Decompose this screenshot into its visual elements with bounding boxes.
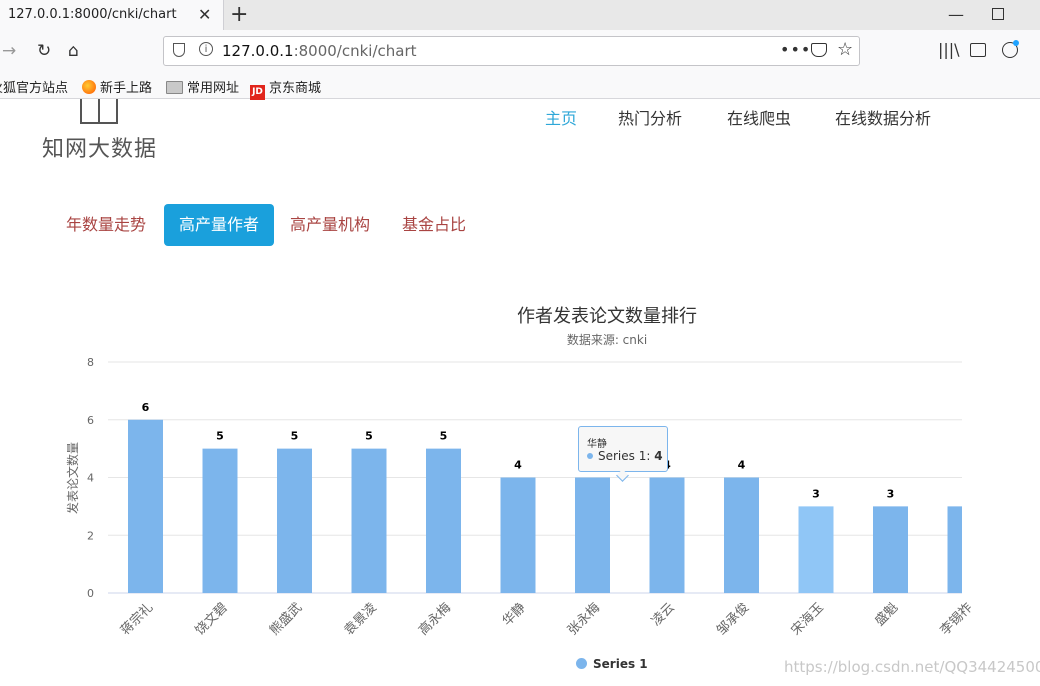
data-label: 6	[142, 401, 150, 414]
y-tick-label: 2	[87, 529, 94, 542]
x-tick-label: 张永梅	[565, 600, 603, 638]
x-tick-label: 凌云	[649, 600, 678, 629]
bar[interactable]	[351, 448, 387, 593]
x-tick-label: 蒋宗礼	[117, 600, 156, 639]
x-tick-label: 邹承俊	[713, 600, 752, 639]
x-tick-label: 饶文碧	[193, 600, 231, 638]
legend-label: Series 1	[593, 657, 648, 671]
bar[interactable]	[202, 448, 238, 593]
legend-marker-icon	[576, 658, 587, 669]
x-tick-label: 华静	[500, 600, 529, 629]
data-label: 4	[514, 459, 522, 472]
x-tick-label: 熊盛武	[266, 600, 305, 639]
y-tick-label: 6	[87, 414, 94, 427]
x-tick-label: 李锡祚	[937, 600, 976, 639]
chart-tooltip: 华静 Series 1: 4	[578, 426, 668, 472]
data-label: 5	[440, 430, 448, 443]
bar-chart: 0 2 4 6 8 发表论文数量 6 蒋宗礼 5 饶文碧 5 熊盛武 5 袁景凌 5 高永梅 4 华静 4 张永梅 4 凌…	[65, 356, 976, 639]
bar[interactable]	[947, 506, 963, 593]
tooltip-value: 4	[654, 449, 663, 463]
x-tick-label: 袁景凌	[342, 600, 380, 638]
y-tick-label: 8	[87, 356, 94, 369]
bar[interactable]	[724, 477, 759, 594]
bar[interactable]	[798, 506, 834, 593]
y-tick-label: 0	[87, 587, 94, 600]
tooltip-series-label: Series 1:	[598, 449, 655, 463]
bar[interactable]	[128, 419, 163, 593]
x-tick-label: 高永梅	[415, 600, 454, 639]
bar[interactable]	[500, 477, 536, 594]
series-marker-icon	[587, 453, 593, 459]
bar[interactable]	[277, 448, 312, 593]
x-tick-label: 宋海玉	[789, 600, 827, 638]
chart-legend-item[interactable]: Series 1	[576, 657, 648, 671]
data-label: 3	[812, 487, 820, 500]
y-axis-title: 发表论文数量	[65, 442, 80, 514]
x-tick-label: 盛魁	[872, 600, 902, 630]
tooltip-value-line: Series 1: 4	[587, 449, 663, 463]
y-tick-label: 4	[87, 472, 94, 485]
data-label: 5	[365, 430, 373, 443]
watermark: https://blog.csdn.net/QQ344245001	[784, 658, 1040, 676]
data-label: 4	[738, 459, 746, 472]
data-label: 3	[887, 487, 895, 500]
bar[interactable]	[426, 448, 461, 593]
tooltip-category: 华静	[587, 439, 607, 450]
data-label: 5	[291, 430, 299, 443]
bar[interactable]	[873, 506, 908, 593]
data-label: 5	[216, 430, 224, 443]
bar[interactable]	[575, 477, 610, 594]
bar[interactable]	[649, 477, 685, 594]
